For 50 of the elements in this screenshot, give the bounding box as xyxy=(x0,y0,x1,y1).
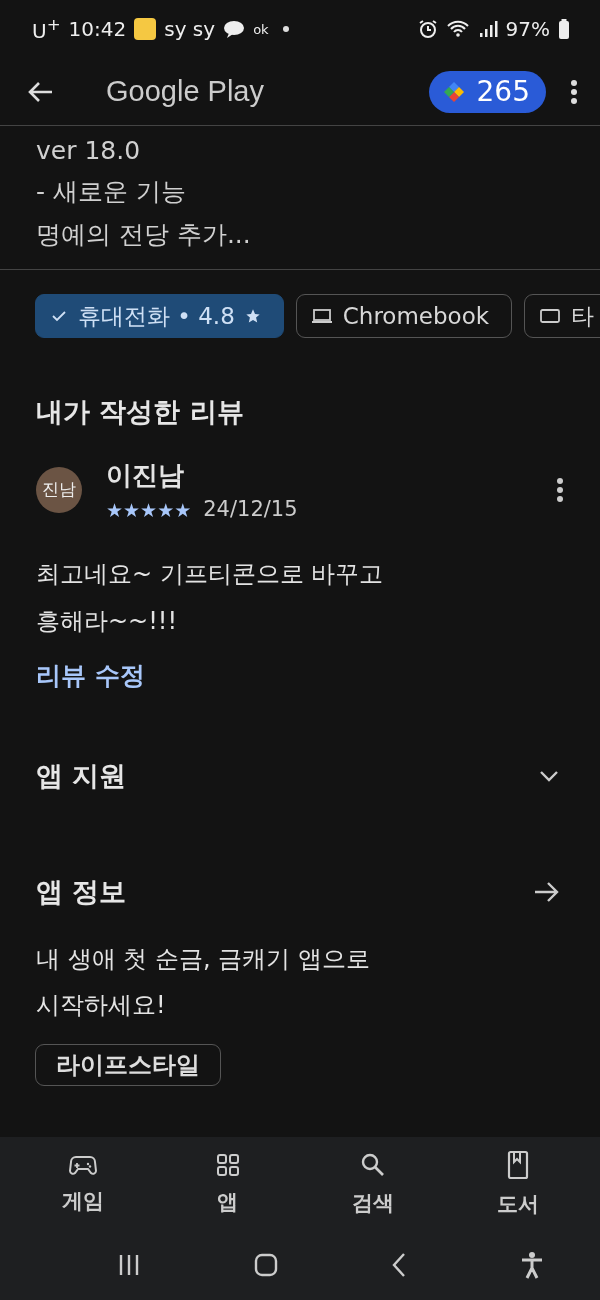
clock: 10:42 xyxy=(68,17,127,41)
avatar: 진남 xyxy=(36,466,82,513)
alarm-icon xyxy=(417,19,438,39)
app-notification-icon xyxy=(134,18,157,40)
nav-tab[interactable]: 게임 xyxy=(22,1137,143,1230)
notification-text: ok xyxy=(253,21,269,37)
star-icon xyxy=(244,308,261,324)
edit-review-link[interactable]: 리뷰 수정 xyxy=(36,659,145,692)
points-count: 265 xyxy=(476,75,530,108)
category-chip[interactable]: 라이프스타일 xyxy=(35,1044,221,1086)
section-heading[interactable]: 앱 지원 xyxy=(36,758,127,794)
device-chip[interactable]: Chromebook xyxy=(295,294,513,338)
back-arrow-icon[interactable] xyxy=(26,79,54,104)
nav-tab[interactable]: 검색 xyxy=(312,1137,433,1230)
wifi-icon xyxy=(445,19,470,39)
signal-icon xyxy=(477,19,498,39)
device-chip[interactable]: 휴대전화 • 4.8 xyxy=(35,294,284,338)
tablet-icon xyxy=(539,307,562,325)
more-options-icon[interactable] xyxy=(556,476,564,503)
section-heading: 내가 작성한 리뷰 xyxy=(36,395,245,429)
device-chip[interactable]: 타 xyxy=(524,294,600,338)
chat-bubble-icon xyxy=(223,19,246,39)
store-title: Google Play xyxy=(106,75,265,108)
star-rating: ★★★★★ xyxy=(106,499,192,521)
battery-percent: 97% xyxy=(505,17,550,41)
release-note-line: 명예의 전당 추가... xyxy=(36,219,252,251)
home-icon[interactable] xyxy=(253,1253,278,1277)
accessibility-icon[interactable] xyxy=(519,1251,544,1279)
battery-icon xyxy=(558,19,570,39)
nav-tab[interactable]: 도서 xyxy=(457,1137,578,1230)
section-heading[interactable]: 앱 정보 xyxy=(36,874,127,910)
more-notifications-icon xyxy=(282,26,289,32)
reviewer-name: 이진남 xyxy=(106,459,185,492)
release-note-line: - 새로운 기능 xyxy=(36,176,187,208)
release-note-line: ver 18.0 xyxy=(36,136,142,165)
book-icon xyxy=(505,1149,530,1180)
back-icon[interactable] xyxy=(390,1252,407,1278)
arrow-right-icon[interactable] xyxy=(534,881,560,903)
more-options-icon[interactable] xyxy=(570,78,578,105)
review-date: 24/12/15 xyxy=(203,497,298,521)
laptop-icon xyxy=(310,307,333,325)
points-badge[interactable]: 265 xyxy=(428,70,546,113)
carrier-label: U$^{+}$ xyxy=(32,15,61,43)
chevron-icon[interactable] xyxy=(538,769,560,783)
diamond-icon xyxy=(442,80,465,103)
review-text: 최고네요~ 기프티콘으로 바꾸고 흥해라~~!!! xyxy=(35,559,385,637)
app-description: 내 생애 첫 순금, 금캐기 앱으로 시작하세요! xyxy=(35,944,371,1021)
nav-tab[interactable]: 앱 xyxy=(167,1137,288,1230)
apps-grid-icon xyxy=(214,1151,241,1178)
notification-text: sy sy xyxy=(164,17,216,41)
